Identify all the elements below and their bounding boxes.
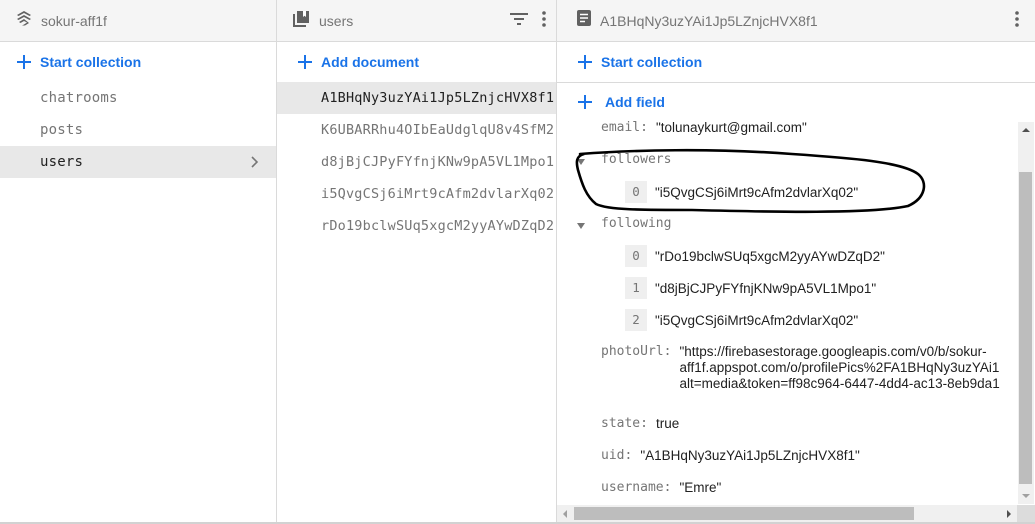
horizontal-scroll-thumb[interactable] xyxy=(574,507,914,520)
field-username[interactable]: username: "Emre" xyxy=(601,480,721,495)
field-uid[interactable]: uid: "A1BHqNy3uzYAi1Jp5LZnjcHVX8f1" xyxy=(601,448,860,463)
array-index: 2 xyxy=(625,309,647,331)
collection-item-users[interactable]: users xyxy=(0,146,276,178)
scroll-right-arrow-icon[interactable] xyxy=(1007,510,1011,518)
array-index: 0 xyxy=(625,245,647,267)
array-value: "i5QvgCSj6iMrt9cAfm2dvlarXq02" xyxy=(655,312,859,328)
field-key: uid: xyxy=(601,448,633,463)
field-value: "https://firebasestorage.googleapis.com/… xyxy=(679,344,1017,392)
start-collection-button[interactable]: Start collection xyxy=(0,42,276,82)
firestore-stack-icon xyxy=(16,10,32,31)
field-key: followers xyxy=(601,152,672,167)
scroll-down-arrow-icon[interactable] xyxy=(1022,494,1030,498)
field-following[interactable]: following xyxy=(601,216,679,231)
field-list: email: "tolunaykurt@gmail.com" followers… xyxy=(557,118,1017,504)
array-index: 1 xyxy=(625,277,647,299)
plus-icon xyxy=(16,54,32,70)
array-item[interactable]: 2 "i5QvgCSj6iMrt9cAfm2dvlarXq02" xyxy=(625,309,858,331)
chevron-right-icon xyxy=(250,154,260,174)
collection-name: posts xyxy=(40,122,84,138)
field-value-line: alt=media&token=ff98c964-6447-4dd4-ac13-… xyxy=(679,376,1000,391)
array-index: 0 xyxy=(625,181,647,203)
document-id: K6UBARRhu4OIbEaUdglqU8v4SfM2 xyxy=(321,122,555,138)
vertical-scroll-thumb[interactable] xyxy=(1019,172,1032,484)
collection-item-chatrooms[interactable]: chatrooms xyxy=(0,82,276,114)
scroll-up-arrow-icon[interactable] xyxy=(1022,128,1030,132)
field-key: email: xyxy=(601,120,648,135)
add-document-button[interactable]: Add document xyxy=(277,42,556,82)
field-value: "tolunaykurt@gmail.com" xyxy=(655,120,807,135)
document-item[interactable]: A1BHqNy3uzYAi1Jp5LZnjcHVX8f1 xyxy=(277,82,556,114)
caret-down-icon[interactable] xyxy=(577,223,585,229)
document-item[interactable]: K6UBARRhu4OIbEaUdglqU8v4SfM2 xyxy=(277,114,556,146)
caret-down-icon[interactable] xyxy=(577,159,585,165)
field-value-line: "https://firebasestorage.googleapis.com/… xyxy=(679,344,987,359)
collection-name: users xyxy=(40,154,84,170)
field-key: following xyxy=(601,216,672,231)
scroll-left-arrow-icon[interactable] xyxy=(563,510,567,518)
document-item[interactable]: rDo19bclwSUq5xgcM2yyAYwDZqD2 xyxy=(277,210,556,242)
collection-panel-header: users xyxy=(277,0,556,42)
field-key: state: xyxy=(601,416,648,431)
project-name: sokur-aff1f xyxy=(41,12,107,29)
collection-panel: users Add document A1BHqNy3uzYAi1Jp5LZnj… xyxy=(277,0,557,522)
vertical-scrollbar[interactable] xyxy=(1018,122,1034,504)
more-vert-icon[interactable] xyxy=(1015,10,1019,32)
start-subcollection-button[interactable]: Start collection xyxy=(557,42,1035,82)
document-panel-header: A1BHqNy3uzYAi1Jp5LZnjcHVX8f1 xyxy=(557,0,1035,42)
collection-title: users xyxy=(319,12,354,29)
document-item[interactable]: i5QvgCSj6iMrt9cAfm2dvlarXq02 xyxy=(277,178,556,210)
field-value: "A1BHqNy3uzYAi1Jp5LZnjcHVX8f1" xyxy=(640,448,860,463)
field-key: username: xyxy=(601,480,672,495)
array-value: "d8jBjCJPyFYfnjKNw9pA5VL1Mpo1" xyxy=(655,280,877,296)
document-panel: A1BHqNy3uzYAi1Jp5LZnjcHVX8f1 Start colle… xyxy=(557,0,1035,522)
document-id: d8jBjCJPyFYfnjKNw9pA5VL1Mpo1 xyxy=(321,154,555,170)
field-followers[interactable]: followers xyxy=(601,152,679,167)
array-value: "rDo19bclwSUq5xgcM2yyAYwDZqD2" xyxy=(655,248,885,264)
collection-item-posts[interactable]: posts xyxy=(0,114,276,146)
more-vert-icon[interactable] xyxy=(542,10,546,32)
document-id: rDo19bclwSUq5xgcM2yyAYwDZqD2 xyxy=(321,218,555,234)
document-icon xyxy=(577,10,591,31)
add-document-label: Add document xyxy=(321,54,419,70)
start-collection-label: Start collection xyxy=(601,54,703,70)
plus-icon xyxy=(577,94,593,110)
field-email[interactable]: email: "tolunaykurt@gmail.com" xyxy=(601,120,807,135)
plus-icon xyxy=(577,54,593,70)
array-item[interactable]: 1 "d8jBjCJPyFYfnjKNw9pA5VL1Mpo1" xyxy=(625,277,876,299)
root-panel: sokur-aff1f Start collection chatrooms p… xyxy=(0,0,277,522)
field-value: "Emre" xyxy=(679,480,722,495)
collection-name: chatrooms xyxy=(40,90,118,106)
document-id: i5QvgCSj6iMrt9cAfm2dvlarXq02 xyxy=(321,186,555,202)
root-panel-header: sokur-aff1f xyxy=(0,0,276,42)
array-value: "i5QvgCSj6iMrt9cAfm2dvlarXq02" xyxy=(655,184,859,200)
document-title: A1BHqNy3uzYAi1Jp5LZnjcHVX8f1 xyxy=(600,12,818,29)
start-collection-label: Start collection xyxy=(40,54,142,70)
array-item[interactable]: 0 "i5QvgCSj6iMrt9cAfm2dvlarXq02" xyxy=(625,181,858,203)
horizontal-scrollbar[interactable] xyxy=(557,505,1017,522)
field-key: photoUrl: xyxy=(601,344,672,359)
array-item[interactable]: 0 "rDo19bclwSUq5xgcM2yyAYwDZqD2" xyxy=(625,245,885,267)
field-state[interactable]: state: true xyxy=(601,416,679,431)
plus-icon xyxy=(297,54,313,70)
collection-icon xyxy=(293,10,310,32)
scrollbar-corner xyxy=(1017,505,1035,522)
document-id: A1BHqNy3uzYAi1Jp5LZnjcHVX8f1 xyxy=(321,90,555,106)
filter-icon[interactable] xyxy=(510,12,528,31)
field-photourl[interactable]: photoUrl: "https://firebasestorage.googl… xyxy=(601,344,1017,392)
add-field-label: Add field xyxy=(605,94,665,110)
field-value: true xyxy=(655,416,680,431)
add-field-button[interactable]: Add field xyxy=(557,83,1035,121)
document-item[interactable]: d8jBjCJPyFYfnjKNw9pA5VL1Mpo1 xyxy=(277,146,556,178)
field-value-line: aff1f.appspot.com/o/profilePics%2FA1BHqN… xyxy=(679,360,1000,375)
